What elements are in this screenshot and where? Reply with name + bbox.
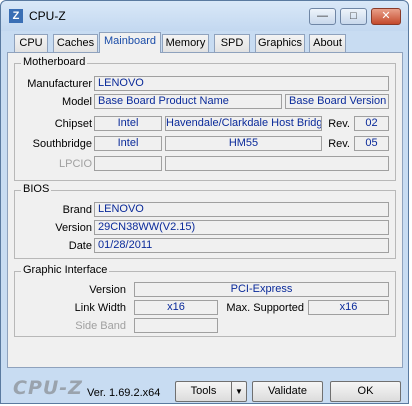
gi-version-label: Version — [89, 284, 126, 296]
graphic-interface-legend: Graphic Interface — [21, 264, 110, 276]
cpuz-app-icon: Z — [9, 9, 23, 23]
manufacturer-value: LENOVO — [94, 76, 389, 91]
close-button[interactable]: ✕ — [371, 8, 401, 25]
chipset-label: Chipset — [54, 118, 92, 130]
tools-dropdown-arrow-icon[interactable]: ▼ — [231, 381, 247, 402]
ok-button[interactable]: OK — [330, 381, 401, 402]
title-bar[interactable]: Z CPU-Z — □ ✕ — [1, 1, 408, 31]
lpcio-name-value — [165, 156, 389, 171]
gi-version-value: PCI-Express — [134, 282, 389, 297]
minimize-button[interactable]: — — [309, 8, 336, 25]
southbridge-vendor-value: Intel — [94, 136, 162, 151]
bios-version-label: Version — [55, 222, 92, 234]
lpcio-label: LPCIO — [58, 158, 92, 170]
version-text: Ver. 1.69.2.x64 — [87, 387, 161, 399]
tools-button[interactable]: Tools — [175, 381, 231, 402]
bios-legend: BIOS — [21, 183, 52, 195]
link-width-value: x16 — [134, 300, 218, 315]
tab-spd[interactable]: SPD — [214, 34, 250, 52]
chipset-rev-value: 02 — [354, 116, 389, 131]
tab-caches[interactable]: Caches — [53, 34, 98, 52]
mainboard-panel: Motherboard Manufacturer LENOVO Model Ba… — [7, 52, 403, 368]
southbridge-rev-label: Rev. — [328, 138, 350, 150]
cpuz-window: Z CPU-Z — □ ✕ CPU Caches Mainboard Memor… — [0, 0, 409, 404]
bios-date-value: 01/28/2011 — [94, 238, 389, 253]
bios-brand-label: Brand — [62, 204, 92, 216]
lpcio-vendor-value — [94, 156, 162, 171]
side-band-value — [134, 318, 218, 333]
bios-date-label: Date — [68, 240, 92, 252]
southbridge-rev-value: 05 — [354, 136, 389, 151]
tab-memory[interactable]: Memory — [162, 34, 209, 52]
cpuz-logo: CPU-Z — [13, 377, 83, 399]
validate-button[interactable]: Validate — [252, 381, 323, 402]
tab-graphics[interactable]: Graphics — [255, 34, 305, 52]
chipset-rev-label: Rev. — [328, 118, 350, 130]
window-title: CPU-Z — [29, 9, 66, 23]
maximize-button[interactable]: □ — [340, 8, 367, 25]
link-width-label: Link Width — [74, 302, 126, 314]
model-version-value: Base Board Version — [285, 94, 389, 109]
chipset-vendor-value: Intel — [94, 116, 162, 131]
bios-brand-value: LENOVO — [94, 202, 389, 217]
bios-version-value: 29CN38WW(V2.15) — [94, 220, 389, 235]
tab-mainboard[interactable]: Mainboard — [99, 32, 161, 53]
tab-about[interactable]: About — [309, 34, 346, 52]
motherboard-legend: Motherboard — [21, 56, 88, 68]
max-supported-value: x16 — [308, 300, 389, 315]
graphic-interface-group: Graphic Interface Version PCI-Express Li… — [14, 264, 396, 337]
max-supported-label: Max. Supported — [226, 302, 304, 314]
southbridge-label: Southbridge — [32, 138, 92, 150]
manufacturer-label: Manufacturer — [27, 78, 92, 90]
model-value: Base Board Product Name — [94, 94, 282, 109]
bios-group: BIOS Brand LENOVO Version 29CN38WW(V2.15… — [14, 183, 396, 259]
motherboard-group: Motherboard Manufacturer LENOVO Model Ba… — [14, 56, 396, 181]
southbridge-name-value: HM55 — [165, 136, 322, 151]
tab-cpu[interactable]: CPU — [14, 34, 48, 52]
model-label: Model — [62, 96, 92, 108]
side-band-label: Side Band — [75, 320, 126, 332]
chipset-name-value: Havendale/Clarkdale Host Bridge — [165, 116, 322, 131]
